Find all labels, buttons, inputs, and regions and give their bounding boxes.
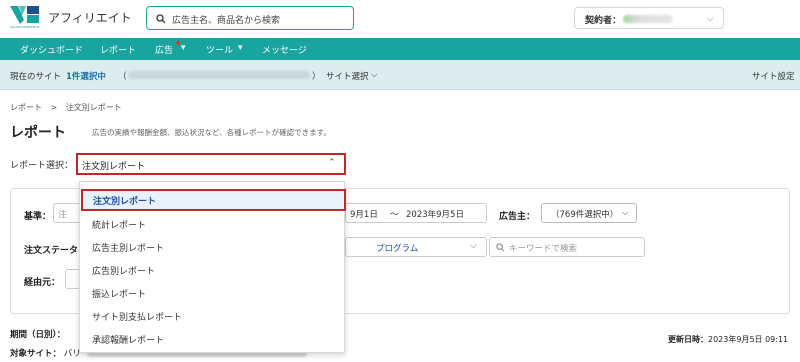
search-placeholder: 広告主名、商品名から検索 (172, 16, 281, 26)
route-label: 経由元： (24, 278, 61, 288)
basis-value: 注 (58, 210, 67, 220)
period-label: 期間（日別）： (10, 330, 66, 340)
contract-label: 契約者： (585, 16, 622, 26)
site-settings-link[interactable]: サイト設定 (752, 70, 795, 82)
keyword-search-input[interactable]: キーワードで検索 (489, 237, 645, 257)
contract-name-redacted (623, 15, 673, 23)
menu-item-label: 統計レポート (92, 221, 147, 231)
breadcrumb-separator: > (50, 103, 58, 112)
date-range-input[interactable]: 9月1日 ～ 2023年9月5日 (345, 203, 487, 223)
contract-selector[interactable]: 契約者： ⌵ (574, 7, 724, 29)
paren-close: ） (312, 72, 321, 82)
logo-mark-icon (10, 6, 39, 24)
report-select-value: 注文別レポート (82, 162, 146, 172)
date-from: 9月1日 (350, 210, 378, 220)
target-site-label: 対象サイト： (10, 349, 62, 359)
date-separator: ～ (390, 210, 399, 220)
basis-label: 基準： (24, 212, 52, 222)
app-title: アフィリエイト (48, 11, 132, 25)
menu-item-ad-report[interactable]: 広告別レポート (80, 259, 344, 281)
chevron-down-icon: ⌵ (371, 70, 378, 80)
menu-item-order-report[interactable]: 注文別レポート (81, 189, 346, 211)
current-site-label: 現在のサイト (10, 72, 62, 82)
breadcrumb: レポート > 注文別レポート (10, 102, 122, 113)
advertiser-value: （769件選択中） (551, 210, 619, 220)
menu-item-label: 注文別レポート (93, 197, 157, 207)
basis-select[interactable]: 注 (53, 203, 81, 223)
menu-item-label: 広告主別レポート (92, 244, 165, 254)
status-label: 注文ステータ (24, 246, 79, 256)
site-bar: 現在のサイト 1件選択中 （ ） サイト選択 ⌵ サイト設定 (0, 60, 800, 90)
menu-item-label: サイト別支払レポート (92, 313, 183, 323)
search-input[interactable]: 広告主名、商品名から検索 (146, 6, 354, 30)
menu-item-approved-reward-report[interactable]: 承認報酬レポート (80, 328, 344, 350)
chevron-down-icon: ▾ (181, 43, 186, 53)
top-header: VALUECOMMERCE アフィリエイト 広告主名、商品名から検索 契約者： … (0, 0, 800, 38)
updated-label: 更新日時： (668, 335, 708, 344)
menu-item-stats-report[interactable]: 統計レポート (80, 213, 344, 235)
valuecommerce-logo[interactable]: VALUECOMMERCE (10, 6, 42, 30)
search-icon (156, 14, 166, 24)
menu-item-label: 振込レポート (92, 290, 147, 300)
keyword-placeholder: キーワードで検索 (509, 244, 578, 254)
advertiser-select[interactable]: （769件選択中） ⌵ (541, 203, 637, 223)
paren-open: （ (118, 72, 127, 82)
chevron-up-icon: ⌃ (328, 158, 336, 168)
nav-tools[interactable]: ツール (206, 43, 233, 56)
menu-item-advertiser-report[interactable]: 広告主別レポート (80, 236, 344, 258)
site-count: 1件選択中 (66, 72, 106, 82)
search-icon (496, 243, 505, 252)
menu-item-payment-report[interactable]: 振込レポート (80, 282, 344, 304)
main-nav: ダッシュボード レポート 広告 ▾ ツール ▾ メッセージ (0, 38, 800, 60)
program-select[interactable]: プログラム ⌵ (345, 237, 487, 257)
nav-messages[interactable]: メッセージ (262, 43, 307, 56)
advertiser-label: 広告主： (499, 212, 536, 222)
chevron-down-icon: ⌵ (707, 14, 714, 23)
menu-item-site-payment-report[interactable]: サイト別支払レポート (80, 305, 344, 327)
report-dropdown-menu: 注文別レポート 統計レポート 広告主別レポート 広告別レポート 振込レポート サ… (79, 181, 346, 353)
last-updated: 更新日時：2023年9月5日 09:11 (668, 334, 788, 345)
breadcrumb-report[interactable]: レポート (10, 103, 42, 112)
page-title: レポート (10, 125, 66, 141)
program-value: プログラム (376, 244, 419, 254)
report-select[interactable]: 注文別レポート ⌃ (76, 153, 346, 175)
chevron-down-icon: ⌵ (622, 208, 629, 218)
menu-item-label: 承認報酬レポート (92, 336, 165, 346)
updated-value: 2023年9月5日 09:11 (708, 335, 789, 344)
nav-ads[interactable]: 広告 (155, 43, 173, 56)
site-select-link[interactable]: サイト選択 (326, 70, 369, 82)
chevron-down-icon: ▾ (238, 43, 243, 53)
menu-item-label: 広告別レポート (92, 267, 156, 277)
nav-report[interactable]: レポート (100, 43, 136, 56)
page-description: 広告の実績や報酬金額、振込状況など、各種レポートが確認できます。 (92, 128, 331, 137)
nav-dashboard[interactable]: ダッシュボード (20, 43, 83, 56)
chevron-down-icon: ⌵ (470, 241, 477, 251)
date-to: 2023年9月5日 (406, 210, 464, 220)
brand-subtitle: VALUECOMMERCE (10, 25, 40, 29)
site-name-redacted (128, 71, 310, 79)
report-select-label: レポート選択： (10, 161, 74, 171)
breadcrumb-current: 注文別レポート (65, 103, 122, 112)
notification-dot (176, 41, 180, 45)
